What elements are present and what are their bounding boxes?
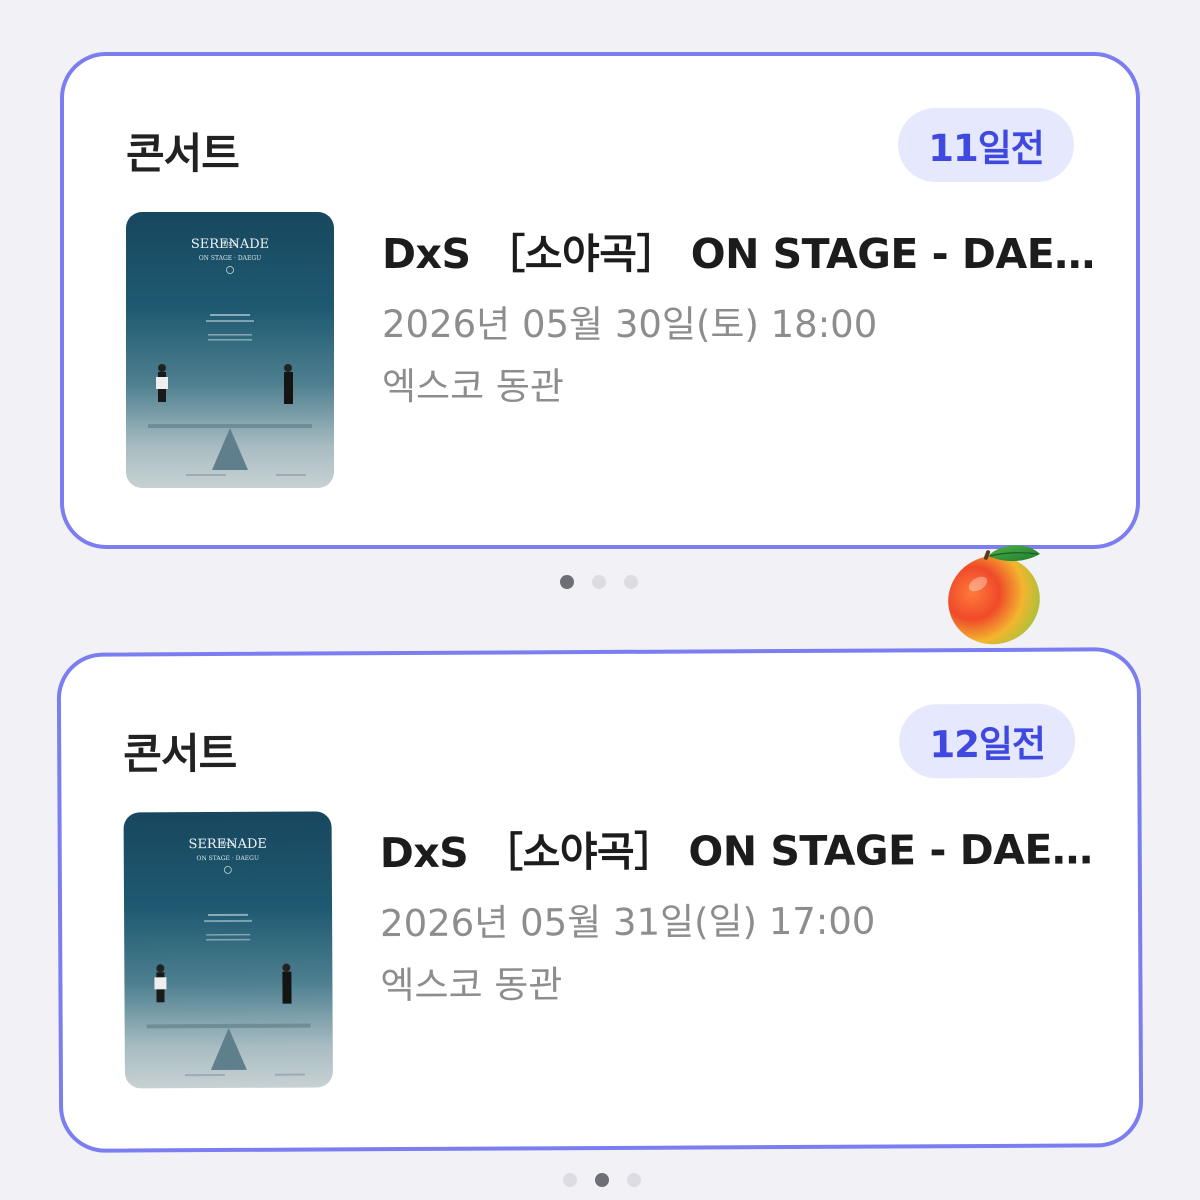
pager-dot[interactable] [624,575,638,589]
dday-badge: 11일전 [898,108,1074,182]
pager-dot[interactable] [592,575,606,589]
poster-thumbnail[interactable]: DxS SERENADE ON STAGE · DAEGU [123,811,333,1089]
event-title: DxS ［소야곡］ ON STAGE - DAEGU [382,230,1112,278]
category-label: 콘서트 [123,728,237,779]
event-title: DxS ［소야곡］ ON STAGE - DAEGU [379,825,1110,878]
event-venue: 엑스코 동관 [380,963,563,1008]
event-venue: 엑스코 동관 [382,365,564,408]
poster-subtitle: ON STAGE · DAEGU [199,255,261,262]
pager-dots [560,575,638,589]
pager-dot[interactable] [563,1173,577,1187]
pager-dot[interactable] [627,1173,641,1187]
category-label: 콘서트 [126,129,240,178]
poster-thumbnail[interactable]: DxS SERENADE ON STAGE · DAEGU [126,212,334,488]
pager-dot[interactable] [560,575,574,589]
poster-title: SERENADE [188,837,266,852]
mango-sticker-icon [944,540,1054,652]
event-card[interactable]: 콘서트 12일전 DxS SERENADE ON STAGE · DAEGU D… [56,647,1144,1153]
pager-dots [563,1173,641,1187]
event-datetime: 2026년 05월 31일(일) 17:00 [380,899,876,946]
event-datetime: 2026년 05월 30일(토) 18:00 [382,303,878,346]
poster-title: SERENADE [191,237,269,252]
event-card[interactable]: 콘서트 11일전 DxS SERENADE ON STAGE · DAEGU D… [60,52,1140,549]
dday-badge: 12일전 [898,703,1076,779]
poster-subtitle: ON STAGE · DAEGU [197,855,260,862]
pager-dot[interactable] [595,1173,609,1187]
